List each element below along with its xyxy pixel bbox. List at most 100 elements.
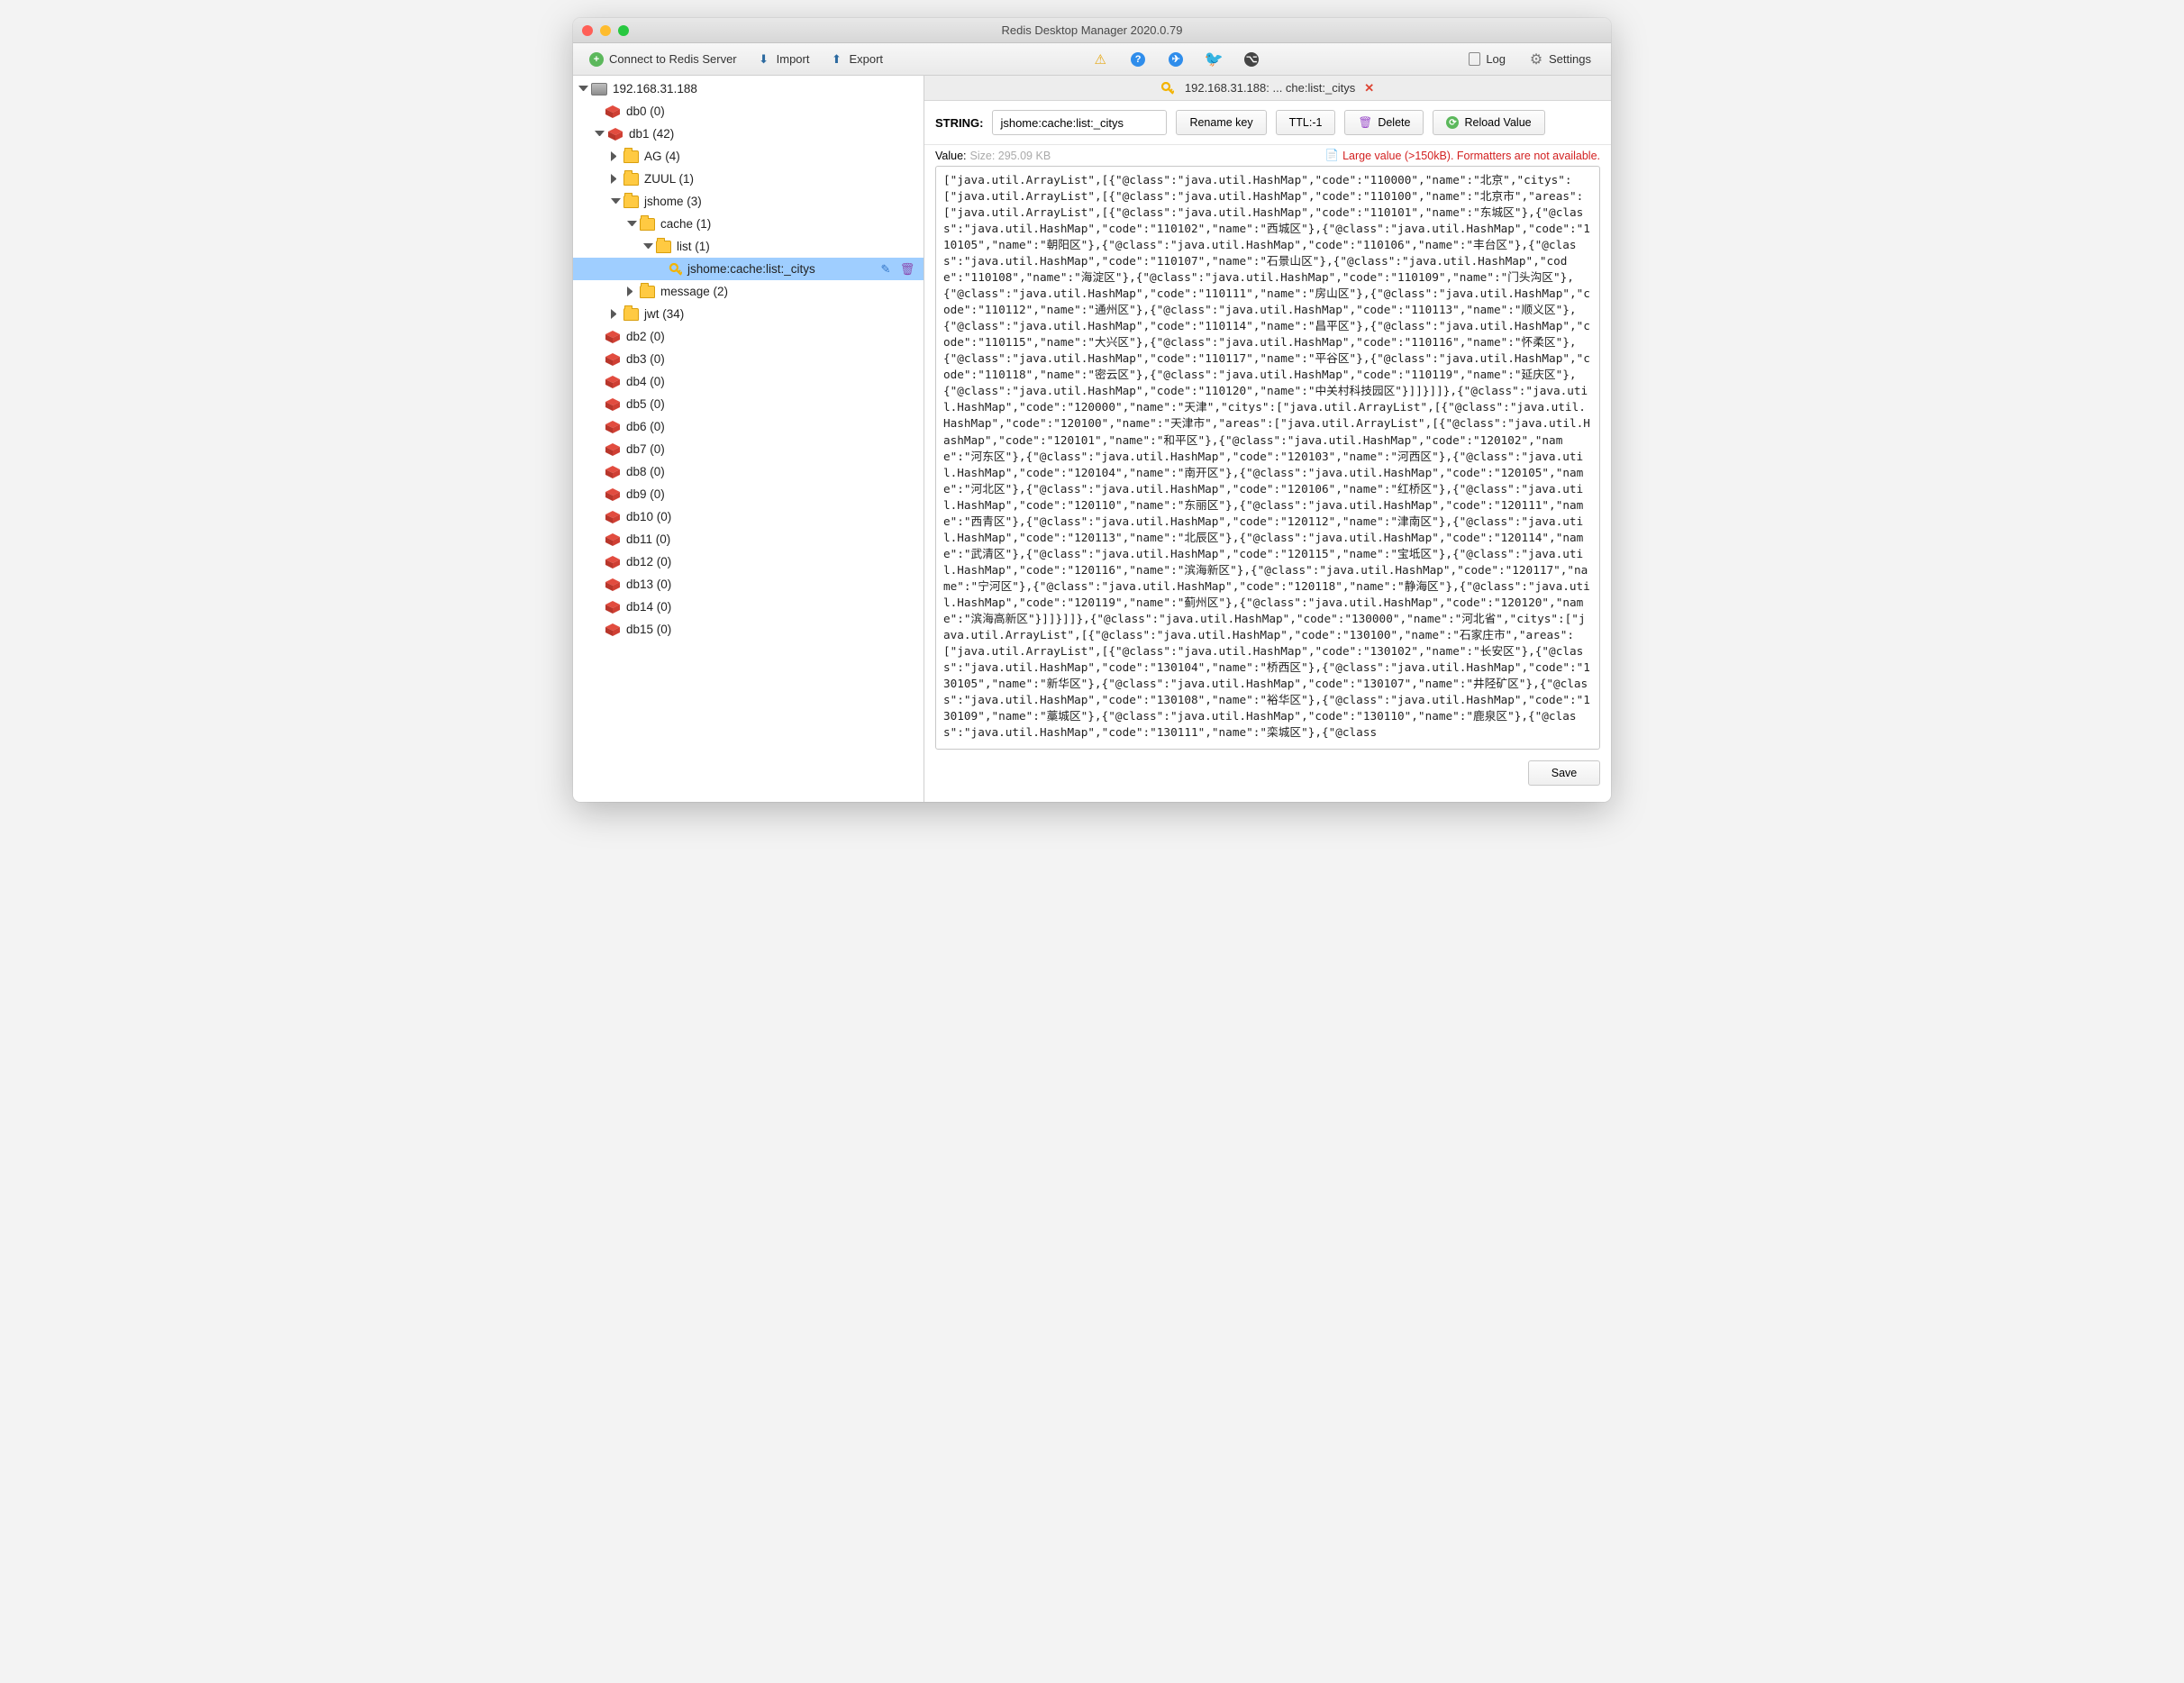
tree-folder-list[interactable]: list (1) — [573, 235, 924, 258]
tree-db11[interactable]: db11 (0) — [573, 528, 924, 550]
database-icon — [605, 421, 621, 433]
database-icon — [605, 466, 621, 478]
server-label: 192.168.31.188 — [613, 82, 697, 96]
tab-label[interactable]: 192.168.31.188: ... che:list:_citys — [1185, 81, 1355, 95]
db-label: db4 (0) — [626, 375, 665, 388]
key-command-row: STRING: Rename key TTL:-1 🗑 Delete ⟳Reloa… — [924, 101, 1611, 145]
database-icon — [607, 128, 623, 141]
connection-tree: 192.168.31.188 db0 (0) db1 (42) AG (4) Z… — [573, 76, 924, 802]
db-label: db5 (0) — [626, 397, 665, 411]
server-icon — [591, 83, 607, 96]
database-icon — [605, 601, 621, 614]
ttl-button[interactable]: TTL:-1 — [1276, 110, 1336, 135]
rename-key-button[interactable]: Rename key — [1176, 110, 1266, 135]
tree-db14[interactable]: db14 (0) — [573, 596, 924, 618]
value-pane: 192.168.31.188: ... che:list:_citys ✕ ST… — [924, 76, 1611, 802]
key-name-input[interactable] — [992, 110, 1167, 135]
value-textarea[interactable]: ["java.util.ArrayList",[{"@class":"java.… — [935, 166, 1600, 750]
value-size: Size: 295.09 KB — [970, 150, 1051, 162]
db-label: db7 (0) — [626, 442, 665, 456]
import-icon: ⬇ — [757, 52, 771, 67]
value-header: Value: Size: 295.09 KB 📄 Large value (>1… — [924, 145, 1611, 166]
edit-key-icon[interactable]: ✎ — [878, 262, 893, 277]
jwt-label: jwt (34) — [644, 307, 684, 321]
export-button[interactable]: ⬆ Export — [829, 52, 883, 67]
tree-db6[interactable]: db6 (0) — [573, 415, 924, 438]
settings-button[interactable]: ⚙ Settings — [1529, 52, 1591, 67]
tree-folder-zuul[interactable]: ZUUL (1) — [573, 168, 924, 190]
database-icon — [605, 105, 621, 118]
reload-value-button[interactable]: ⟳Reload Value — [1433, 110, 1544, 135]
tree-db5[interactable]: db5 (0) — [573, 393, 924, 415]
ttl-label: TTL:-1 — [1289, 116, 1323, 129]
gear-icon: ⚙ — [1529, 52, 1543, 67]
import-button[interactable]: ⬇ Import — [757, 52, 810, 67]
delete-label: Delete — [1378, 116, 1410, 129]
close-tab-icon[interactable]: ✕ — [1364, 81, 1374, 96]
log-icon — [1469, 52, 1480, 66]
reload-icon: ⟳ — [1446, 116, 1459, 129]
twitter-icon[interactable]: 🐦 — [1206, 52, 1221, 67]
tree-db7[interactable]: db7 (0) — [573, 438, 924, 460]
type-label: STRING: — [935, 116, 983, 130]
tree-db8[interactable]: db8 (0) — [573, 460, 924, 483]
database-icon — [605, 578, 621, 591]
log-button[interactable]: Log — [1469, 52, 1506, 66]
tree-db9[interactable]: db9 (0) — [573, 483, 924, 505]
alert-icon[interactable]: ⚠ — [1093, 52, 1107, 67]
db-label: db15 (0) — [626, 623, 671, 636]
trash-icon: 🗑 — [1358, 116, 1372, 130]
tree-server[interactable]: 192.168.31.188 — [573, 77, 924, 100]
key-icon — [669, 263, 682, 276]
delete-button[interactable]: 🗑 Delete — [1344, 110, 1424, 135]
db1-label: db1 (42) — [629, 127, 674, 141]
folder-icon — [623, 173, 639, 186]
tree-db13[interactable]: db13 (0) — [573, 573, 924, 596]
tree-db15[interactable]: db15 (0) — [573, 618, 924, 641]
tree-db10[interactable]: db10 (0) — [573, 505, 924, 528]
tree-folder-jwt[interactable]: jwt (34) — [573, 303, 924, 325]
titlebar: Redis Desktop Manager 2020.0.79 — [573, 18, 1611, 43]
db-label: db2 (0) — [626, 330, 665, 343]
ag-label: AG (4) — [644, 150, 680, 163]
zuul-label: ZUUL (1) — [644, 172, 694, 186]
save-button[interactable]: Save — [1528, 760, 1600, 786]
db-label: db6 (0) — [626, 420, 665, 433]
tree-db0[interactable]: db0 (0) — [573, 100, 924, 123]
help-icon[interactable]: ? — [1131, 52, 1145, 67]
tree-key-selected[interactable]: jshome:cache:list:_citys ✎ 🗑 — [573, 258, 924, 280]
main-toolbar: + Connect to Redis Server ⬇ Import ⬆ Exp… — [573, 43, 1611, 76]
database-icon — [605, 376, 621, 388]
export-label: Export — [849, 52, 883, 66]
github-icon[interactable]: ⌥ — [1244, 52, 1259, 67]
tree-db1[interactable]: db1 (42) — [573, 123, 924, 145]
database-icon — [605, 331, 621, 343]
list-label: list (1) — [677, 240, 710, 253]
tree-db2[interactable]: db2 (0) — [573, 325, 924, 348]
tree-db4[interactable]: db4 (0) — [573, 370, 924, 393]
key-icon — [1161, 82, 1174, 95]
tree-db3[interactable]: db3 (0) — [573, 348, 924, 370]
db-label: db3 (0) — [626, 352, 665, 366]
delete-key-icon[interactable]: 🗑 — [900, 262, 915, 277]
db-label: db11 (0) — [626, 532, 670, 546]
telegram-icon[interactable]: ✈ — [1169, 52, 1183, 67]
connect-button[interactable]: + Connect to Redis Server — [589, 52, 737, 67]
settings-label: Settings — [1549, 52, 1591, 66]
tree-folder-jshome[interactable]: jshome (3) — [573, 190, 924, 213]
warning-icon: 📄 — [1325, 149, 1340, 162]
tree-db12[interactable]: db12 (0) — [573, 550, 924, 573]
cache-label: cache (1) — [660, 217, 711, 231]
tree-folder-cache[interactable]: cache (1) — [573, 213, 924, 235]
database-icon — [605, 511, 621, 523]
folder-icon — [640, 218, 655, 231]
tree-folder-message[interactable]: message (2) — [573, 280, 924, 303]
database-icon — [605, 398, 621, 411]
database-icon — [605, 623, 621, 636]
tree-folder-ag[interactable]: AG (4) — [573, 145, 924, 168]
selected-key-label: jshome:cache:list:_citys — [687, 262, 815, 276]
message-label: message (2) — [660, 285, 728, 298]
folder-icon — [623, 308, 639, 321]
plus-icon: + — [589, 52, 604, 67]
connect-label: Connect to Redis Server — [609, 52, 737, 66]
